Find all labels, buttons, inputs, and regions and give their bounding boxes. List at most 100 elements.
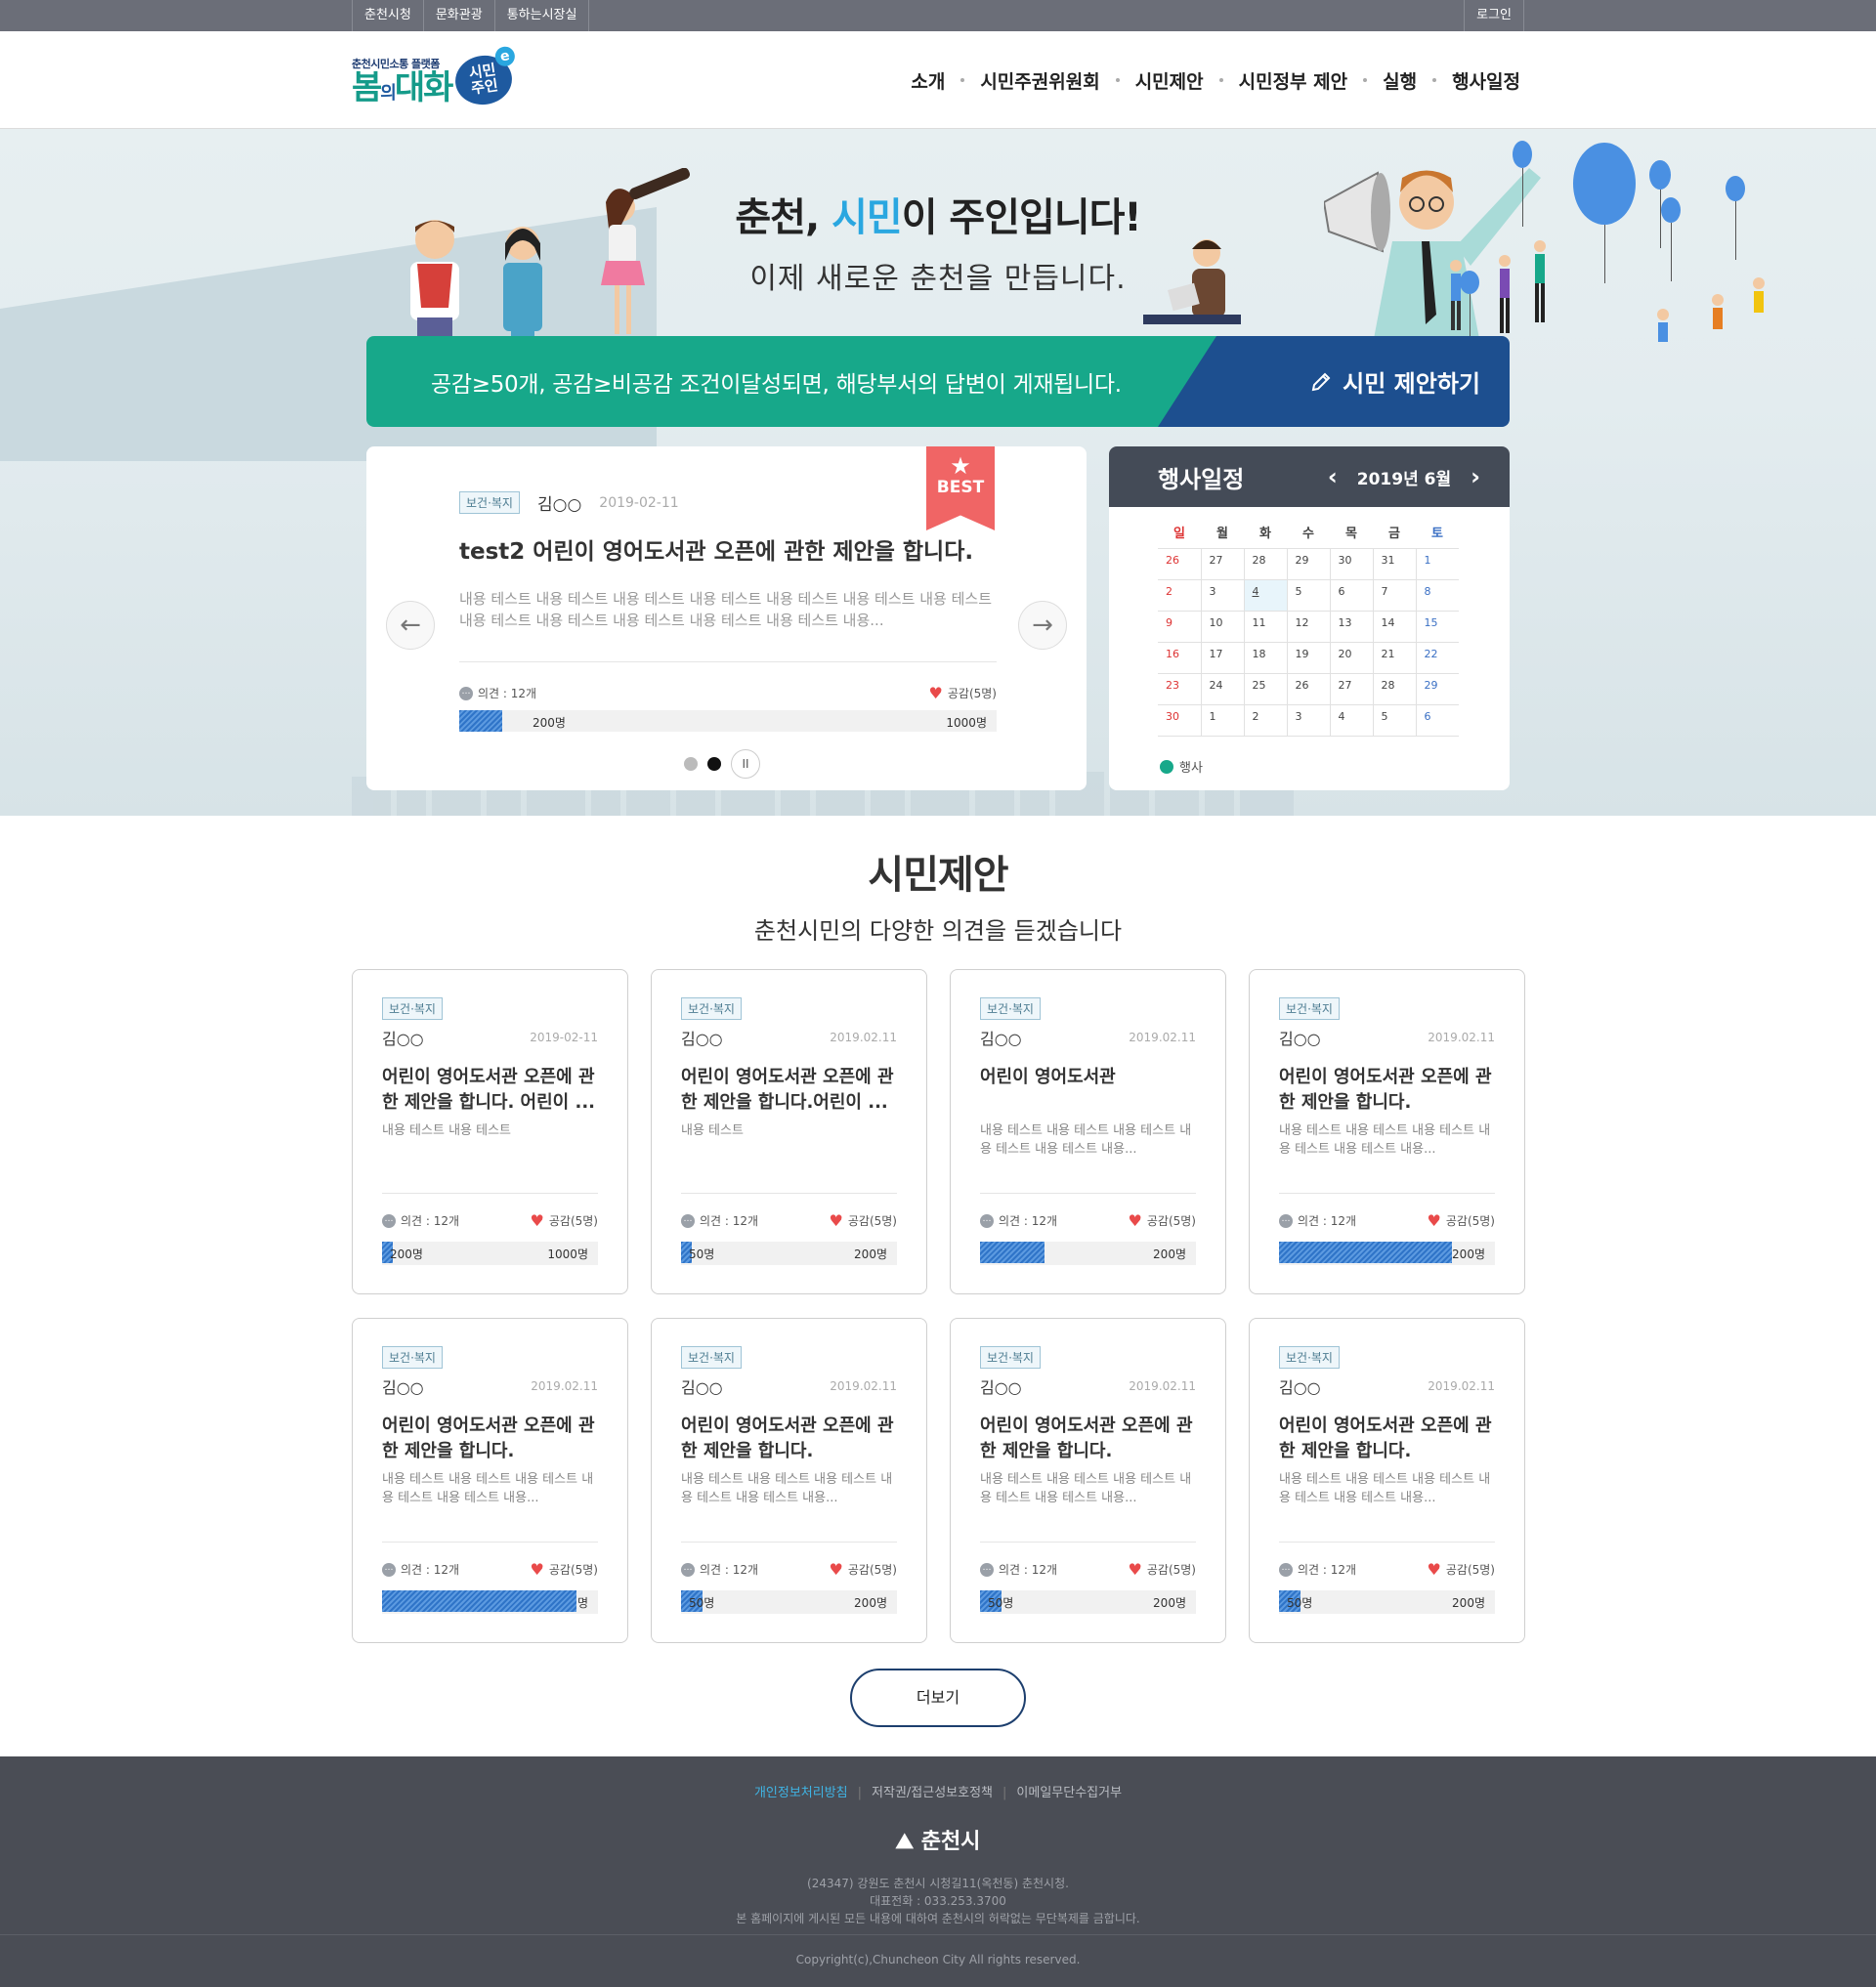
calendar-day[interactable]: 2	[1243, 703, 1288, 737]
weekday-label: 월	[1216, 527, 1228, 542]
best-title[interactable]: test2 어린이 영어도서관 오픈에 관한 제안을 합니다.	[459, 532, 973, 566]
chevron-right-icon[interactable]: ›	[1471, 463, 1480, 490]
logo-badge-text: 시민 주인	[468, 61, 500, 98]
calendar-day[interactable]: 17	[1200, 641, 1245, 674]
calendar-day[interactable]: 9	[1158, 610, 1202, 643]
slider-next-button[interactable]: →	[1018, 601, 1067, 650]
calendar-day[interactable]: 1	[1200, 703, 1245, 737]
calendar-day[interactable]: 26	[1158, 547, 1202, 580]
calendar-day[interactable]: 19	[1286, 641, 1331, 674]
calendar-day[interactable]: 6	[1329, 578, 1374, 612]
proposal-card[interactable]: 보건·복지 김○○ 2019-02-11 어린이 영어도서관 오픈에 관한 제안을 합…	[352, 969, 628, 1294]
calendar-day[interactable]: 23	[1158, 672, 1202, 705]
util-link-mayor[interactable]: 통하는시장실	[495, 0, 590, 31]
proposal-card[interactable]: 보건·복지 김○○ 2019.02.11 어린이 영어도서관 오픈에 관한 제안을 합…	[1249, 1318, 1525, 1643]
nav-item-gov-proposal[interactable]: 시민정부 제안	[1218, 67, 1366, 94]
weekday-label: 목	[1345, 527, 1357, 542]
nav-item-execution[interactable]: 실행	[1363, 67, 1434, 94]
slider-dot-1[interactable]	[684, 757, 698, 771]
post-date: 2019.02.11	[1129, 1031, 1196, 1044]
like-label: 공감(5명)	[1146, 1563, 1196, 1577]
proposal-card[interactable]: 보건·복지 김○○ 2019.02.11 어린이 영어도서관 오픈에 관한 제안을 합…	[651, 1318, 927, 1643]
calendar-day[interactable]: 28	[1243, 547, 1288, 580]
nav-item-events[interactable]: 행사일정	[1432, 67, 1524, 94]
hero-title-b: 이 주인입니다!	[901, 195, 1142, 240]
calendar-day[interactable]: 2	[1158, 578, 1202, 612]
proposal-card[interactable]: 보건·복지 김○○ 2019.02.11 어린이 영어도서관 오픈에 관한 제안을 합…	[352, 1318, 628, 1643]
calendar-day[interactable]: 30	[1158, 703, 1202, 737]
calendar-day[interactable]: 25	[1243, 672, 1288, 705]
card-title[interactable]: 어린이 영어도서관 오픈에 관한 제안을 합니다.	[1279, 1065, 1495, 1116]
card-title[interactable]: 어린이 영어도서관 오픈에 관한 제안을 합니다. 어린이 ...	[382, 1065, 598, 1116]
calendar-day[interactable]: 3	[1200, 578, 1245, 612]
calendar-day[interactable]: 28	[1372, 672, 1417, 705]
calendar-day[interactable]: 26	[1286, 672, 1331, 705]
card-title[interactable]: 어린이 영어도서관 오픈에 관한 제안을 합니다.	[980, 1414, 1196, 1464]
calendar-day[interactable]: 14	[1372, 610, 1417, 643]
calendar-day[interactable]: 31	[1372, 547, 1417, 580]
card-description: 내용 테스트 내용 테스트 내용 테스트 내용 테스트 내용 테스트 내용...	[382, 1472, 594, 1505]
like-count: ♥ 공감(5명)	[1428, 1212, 1495, 1229]
calendar-day[interactable]: 20	[1329, 641, 1374, 674]
calendar-day[interactable]: 16	[1158, 641, 1202, 674]
calendar-day[interactable]: 18	[1243, 641, 1288, 674]
proposal-card[interactable]: 보건·복지 김○○ 2019.02.11 어린이 영어도서관 오픈에 관한 제안을 합…	[1249, 969, 1525, 1294]
footer-link-copyright[interactable]: 저작권/접근성보호정책	[848, 1786, 993, 1800]
proposal-card[interactable]: 보건·복지 김○○ 2019.02.11 어린이 영어도서관 오픈에 관한 제안을 합…	[651, 969, 927, 1294]
login-link[interactable]: 로그인	[1465, 0, 1524, 31]
calendar-day[interactable]: 4	[1329, 703, 1374, 737]
nav-item-intro[interactable]: 소개	[893, 67, 962, 94]
calendar-day[interactable]: 22	[1415, 641, 1459, 674]
card-title[interactable]: 어린이 영어도서관 오픈에 관한 제안을 합니다.	[382, 1414, 598, 1464]
calendar-day[interactable]: 11	[1243, 610, 1288, 643]
footer-link-privacy[interactable]: 개인정보처리방침	[754, 1786, 848, 1800]
card-title[interactable]: 어린이 영어도서관 오픈에 관한 제안을 합니다.어린이 ...	[681, 1065, 897, 1116]
slider-dot-2[interactable]	[707, 757, 721, 771]
card-title[interactable]: 어린이 영어도서관 오픈에 관한 제안을 합니다.	[1279, 1414, 1495, 1464]
calendar-day[interactable]: 27	[1200, 547, 1245, 580]
calendar-day[interactable]: 29	[1415, 672, 1459, 705]
calendar-day[interactable]: 12	[1286, 610, 1331, 643]
more-button[interactable]: 더보기	[850, 1669, 1026, 1727]
slider-prev-button[interactable]: ←	[386, 601, 435, 650]
weekday-label: 토	[1431, 527, 1443, 542]
propose-button[interactable]: 시민 제안하기	[1158, 336, 1510, 427]
card-title[interactable]: 어린이 영어도서관	[980, 1065, 1196, 1116]
calendar-day[interactable]: 5	[1372, 703, 1417, 737]
calendar-day[interactable]: 10	[1200, 610, 1245, 643]
util-link-culture[interactable]: 문화관광	[424, 0, 495, 31]
calendar-day[interactable]: 13	[1329, 610, 1374, 643]
calendar-day[interactable]: 7	[1372, 578, 1417, 612]
nav-item-proposal[interactable]: 시민제안	[1115, 67, 1221, 94]
proposal-card[interactable]: 보건·복지 김○○ 2019.02.11 어린이 영어도서관 내용 테스트 내용 테스트…	[950, 969, 1226, 1294]
calendar-day[interactable]: 29	[1286, 547, 1331, 580]
main-nav: 소개 시민주권위원회 시민제안 시민정부 제안 실행 행사일정	[893, 67, 1524, 94]
calendar-day[interactable]: 4	[1243, 578, 1288, 612]
calendar-day[interactable]: 30	[1329, 547, 1374, 580]
site-logo[interactable]: 춘천시민소통 플랫폼 봄의대화 시민 주인 e	[352, 45, 517, 108]
util-link-cityhall[interactable]: 춘천시청	[353, 0, 424, 31]
calendar-day[interactable]: 24	[1200, 672, 1245, 705]
card-stats: … 의견 : 12개 ♥ 공감(5명)	[980, 1212, 1196, 1229]
card-title[interactable]: 어린이 영어도서관 오픈에 관한 제안을 합니다.	[681, 1414, 897, 1464]
footer-logo-text: 춘천시	[920, 1830, 981, 1854]
pause-button[interactable]: II	[731, 749, 760, 779]
footer-link-email[interactable]: 이메일무단수집거부	[993, 1786, 1122, 1800]
chevron-left-icon[interactable]: ‹	[1328, 463, 1338, 490]
calendar-day[interactable]: 8	[1415, 578, 1459, 612]
heart-icon: ♥	[530, 1210, 544, 1230]
nav-item-committee[interactable]: 시민주권위원회	[960, 67, 1117, 94]
calendar-day[interactable]: 1	[1415, 547, 1459, 580]
calendar-day[interactable]: 6	[1415, 703, 1459, 737]
opinion-label: 의견 : 12개	[700, 1214, 759, 1228]
proposal-card[interactable]: 보건·복지 김○○ 2019.02.11 어린이 영어도서관 오픈에 관한 제안을 합…	[950, 1318, 1226, 1643]
calendar-day[interactable]: 3	[1286, 703, 1331, 737]
opinion-label: 의견 : 12개	[999, 1563, 1058, 1577]
calendar-day[interactable]: 21	[1372, 641, 1417, 674]
calendar-month-nav: ‹ 2019년 6월 ›	[1328, 463, 1480, 490]
support-progress-bar: 200명	[980, 1242, 1196, 1265]
calendar-day[interactable]: 15	[1415, 610, 1459, 643]
calendar-day[interactable]: 27	[1329, 672, 1374, 705]
calendar-day[interactable]: 5	[1286, 578, 1331, 612]
calendar-title: 행사일정	[1158, 465, 1245, 493]
